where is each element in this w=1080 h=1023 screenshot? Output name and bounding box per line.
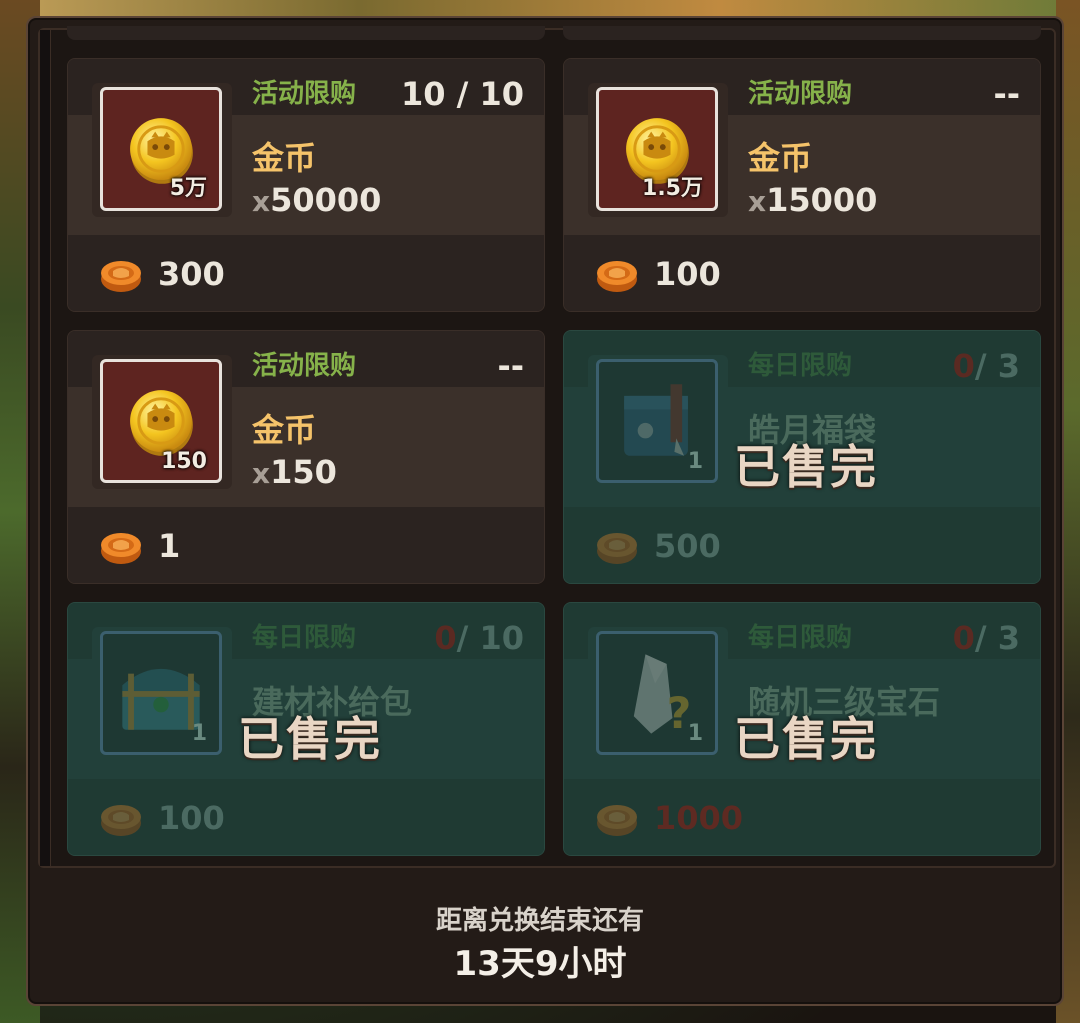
item-name: 金币	[748, 139, 813, 177]
amount-value: 15000	[766, 181, 878, 219]
sold-out-label: 已售完	[734, 712, 878, 766]
purchase-limit-count: --	[993, 75, 1020, 113]
shop-card-sold-out[interactable]: 1 每日限购 0/ 3 皓月福袋 500 已售完	[563, 330, 1041, 584]
partial-card-top-right	[563, 26, 1041, 40]
amount-prefix: x	[252, 185, 271, 218]
item-price: 500	[654, 527, 721, 565]
purchase-limit-tag: 活动限购	[252, 79, 357, 109]
exchange-timer-value: 13天9小时	[453, 944, 627, 984]
purchase-limit-count: 0/ 10	[434, 619, 524, 657]
limit-total: / 10	[456, 619, 524, 657]
purchase-limit-tag: 每日限购	[252, 623, 357, 653]
item-thumbnail[interactable]: 150	[100, 359, 222, 483]
sold-out-label: 已售完	[734, 440, 878, 494]
purchase-limit-tag: 活动限购	[252, 351, 357, 381]
item-thumbnail[interactable]: 1	[596, 359, 718, 483]
exchange-timer-title: 距离兑换结束还有	[435, 906, 644, 936]
limit-total: / 3	[974, 347, 1020, 385]
item-price: 300	[158, 255, 225, 293]
item-thumb-quantity: 150	[161, 449, 207, 474]
item-thumbnail[interactable]: 5万	[100, 87, 222, 211]
item-thumbnail[interactable]: ? 1	[596, 631, 718, 755]
shop-card-sold-out[interactable]: ? 1 每日限购 0/ 3 随机三级宝石 1000 已售完	[563, 602, 1041, 856]
item-name: 金币	[252, 411, 317, 449]
limit-used: 0	[952, 619, 975, 657]
amount-value: 150	[270, 453, 337, 491]
item-thumb-quantity: 1	[687, 449, 703, 474]
mooncake-icon	[597, 533, 637, 564]
purchase-limit-count: 10 / 10	[400, 75, 524, 113]
item-thumbnail[interactable]: 1.5万	[596, 87, 718, 211]
purchase-limit-count: --	[497, 347, 524, 385]
item-amount: x15000	[748, 181, 877, 219]
purchase-limit-count: 0/ 3	[953, 347, 1020, 385]
scrollbar[interactable]	[40, 30, 51, 866]
amount-value: 50000	[270, 181, 382, 219]
item-name: 金币	[252, 139, 317, 177]
item-price: 1	[158, 527, 181, 565]
shop-card-sold-out[interactable]: 1 每日限购 0/ 10 建材补给包 100 已售完	[67, 602, 545, 856]
mooncake-icon	[101, 533, 141, 564]
mooncake-icon	[101, 805, 141, 836]
limit-total: / 3	[974, 619, 1020, 657]
mooncake-icon	[597, 261, 637, 292]
sold-out-label: 已售完	[238, 712, 382, 766]
mooncake-icon	[101, 261, 141, 292]
item-thumb-quantity: 1	[687, 721, 703, 746]
item-amount: x50000	[252, 181, 381, 219]
shop-card[interactable]: 5万 活动限购 10 / 10 金币 x50000 300	[67, 58, 545, 312]
item-thumb-quantity: 1	[191, 721, 207, 746]
amount-prefix: x	[252, 457, 271, 490]
item-thumbnail[interactable]: 1	[100, 631, 222, 755]
partial-card-top-left	[67, 26, 545, 40]
item-price: 1000	[654, 799, 744, 837]
purchase-limit-tag: 活动限购	[748, 79, 853, 109]
item-thumb-quantity: 5万	[169, 176, 207, 201]
mooncake-icon	[597, 805, 637, 836]
item-thumb-quantity: 1.5万	[642, 176, 703, 201]
item-amount: x150	[252, 453, 337, 491]
purchase-limit-count: 0/ 3	[953, 619, 1020, 657]
amount-prefix: x	[748, 185, 767, 218]
item-price: 100	[654, 255, 721, 293]
shop-card[interactable]: 150 活动限购 -- 金币 x150 1	[67, 330, 545, 584]
shop-card[interactable]: 1.5万 活动限购 -- 金币 x15000 100	[563, 58, 1041, 312]
purchase-limit-tag: 每日限购	[748, 623, 853, 653]
limit-used: 0	[952, 347, 975, 385]
item-price: 100	[158, 799, 225, 837]
purchase-limit-tag: 每日限购	[748, 351, 853, 381]
limit-used: 0	[434, 619, 457, 657]
